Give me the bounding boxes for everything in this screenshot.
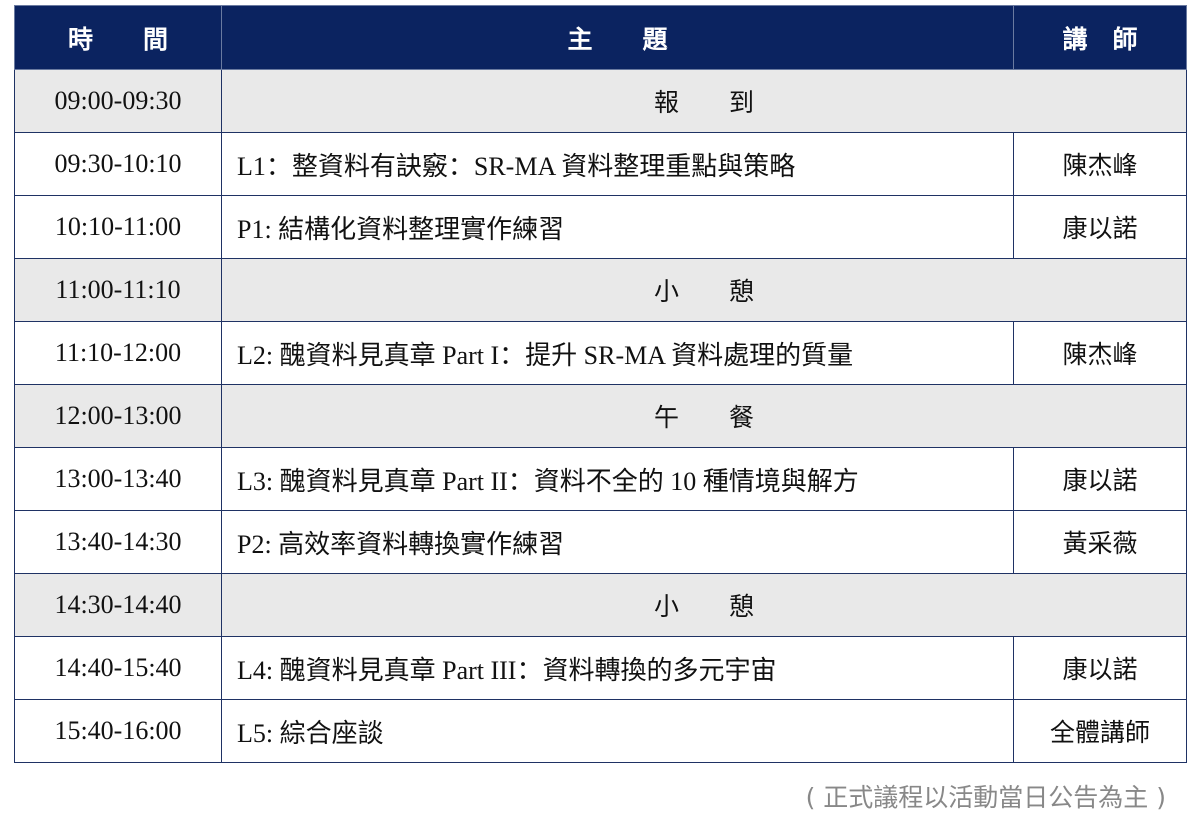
time-cell: 12:00-13:00 <box>14 384 222 448</box>
agenda-row: 09:30-10:10 L1：整資料有訣竅：SR-MA 資料整理重點與策略 陳杰… <box>14 132 1187 196</box>
footnote: ( 正式議程以活動當日公告為主 ) <box>805 783 1166 812</box>
header-time: 時 間 <box>14 5 222 70</box>
agenda-table: 時 間 主 題 講 師 09:00-09:30 報 到 09:30-10:10 … <box>14 5 1187 763</box>
time-cell: 09:30-10:10 <box>14 132 222 196</box>
time-cell: 11:10-12:00 <box>14 321 222 385</box>
agenda-row-break: 11:00-11:10 小 憩 <box>14 258 1187 322</box>
time-cell: 14:30-14:40 <box>14 573 222 637</box>
agenda-row: 15:40-16:00 L5: 綜合座談 全體講師 <box>14 699 1187 763</box>
speaker-cell: 陳杰峰 <box>1013 132 1187 196</box>
time-cell: 10:10-11:00 <box>14 195 222 259</box>
agenda-row-break: 14:30-14:40 小 憩 <box>14 573 1187 637</box>
topic-cell: L5: 綜合座談 <box>221 699 1014 763</box>
break-cell: 小 憩 <box>221 258 1187 322</box>
agenda-row: 14:40-15:40 L4: 醜資料見真章 Part III：資料轉換的多元宇… <box>14 636 1187 700</box>
topic-cell: L3: 醜資料見真章 Part II：資料不全的 10 種情境與解方 <box>221 447 1014 511</box>
time-cell: 14:40-15:40 <box>14 636 222 700</box>
speaker-cell: 全體講師 <box>1013 699 1187 763</box>
topic-cell: L1：整資料有訣竅：SR-MA 資料整理重點與策略 <box>221 132 1014 196</box>
time-cell: 13:00-13:40 <box>14 447 222 511</box>
agenda-row: 11:10-12:00 L2: 醜資料見真章 Part I：提升 SR-MA 資… <box>14 321 1187 385</box>
agenda-row: 13:00-13:40 L3: 醜資料見真章 Part II：資料不全的 10 … <box>14 447 1187 511</box>
break-cell: 小 憩 <box>221 573 1187 637</box>
header-row: 時 間 主 題 講 師 <box>14 5 1187 70</box>
time-cell: 09:00-09:30 <box>14 69 222 133</box>
break-cell: 報 到 <box>221 69 1187 133</box>
speaker-cell: 康以諾 <box>1013 195 1187 259</box>
agenda-row: 10:10-11:00 P1: 結構化資料整理實作練習 康以諾 <box>14 195 1187 259</box>
time-cell: 13:40-14:30 <box>14 510 222 574</box>
speaker-cell: 陳杰峰 <box>1013 321 1187 385</box>
agenda-row-break: 09:00-09:30 報 到 <box>14 69 1187 133</box>
speaker-cell: 黃采薇 <box>1013 510 1187 574</box>
break-cell: 午 餐 <box>221 384 1187 448</box>
topic-cell: P2: 高效率資料轉換實作練習 <box>221 510 1014 574</box>
speaker-cell: 康以諾 <box>1013 636 1187 700</box>
topic-cell: P1: 結構化資料整理實作練習 <box>221 195 1014 259</box>
header-speaker: 講 師 <box>1013 5 1187 70</box>
agenda-row: 13:40-14:30 P2: 高效率資料轉換實作練習 黃采薇 <box>14 510 1187 574</box>
topic-cell: L4: 醜資料見真章 Part III：資料轉換的多元宇宙 <box>221 636 1014 700</box>
time-cell: 11:00-11:10 <box>14 258 222 322</box>
time-cell: 15:40-16:00 <box>14 699 222 763</box>
speaker-cell: 康以諾 <box>1013 447 1187 511</box>
agenda-row-break: 12:00-13:00 午 餐 <box>14 384 1187 448</box>
topic-cell: L2: 醜資料見真章 Part I：提升 SR-MA 資料處理的質量 <box>221 321 1014 385</box>
header-topic: 主 題 <box>221 5 1014 70</box>
